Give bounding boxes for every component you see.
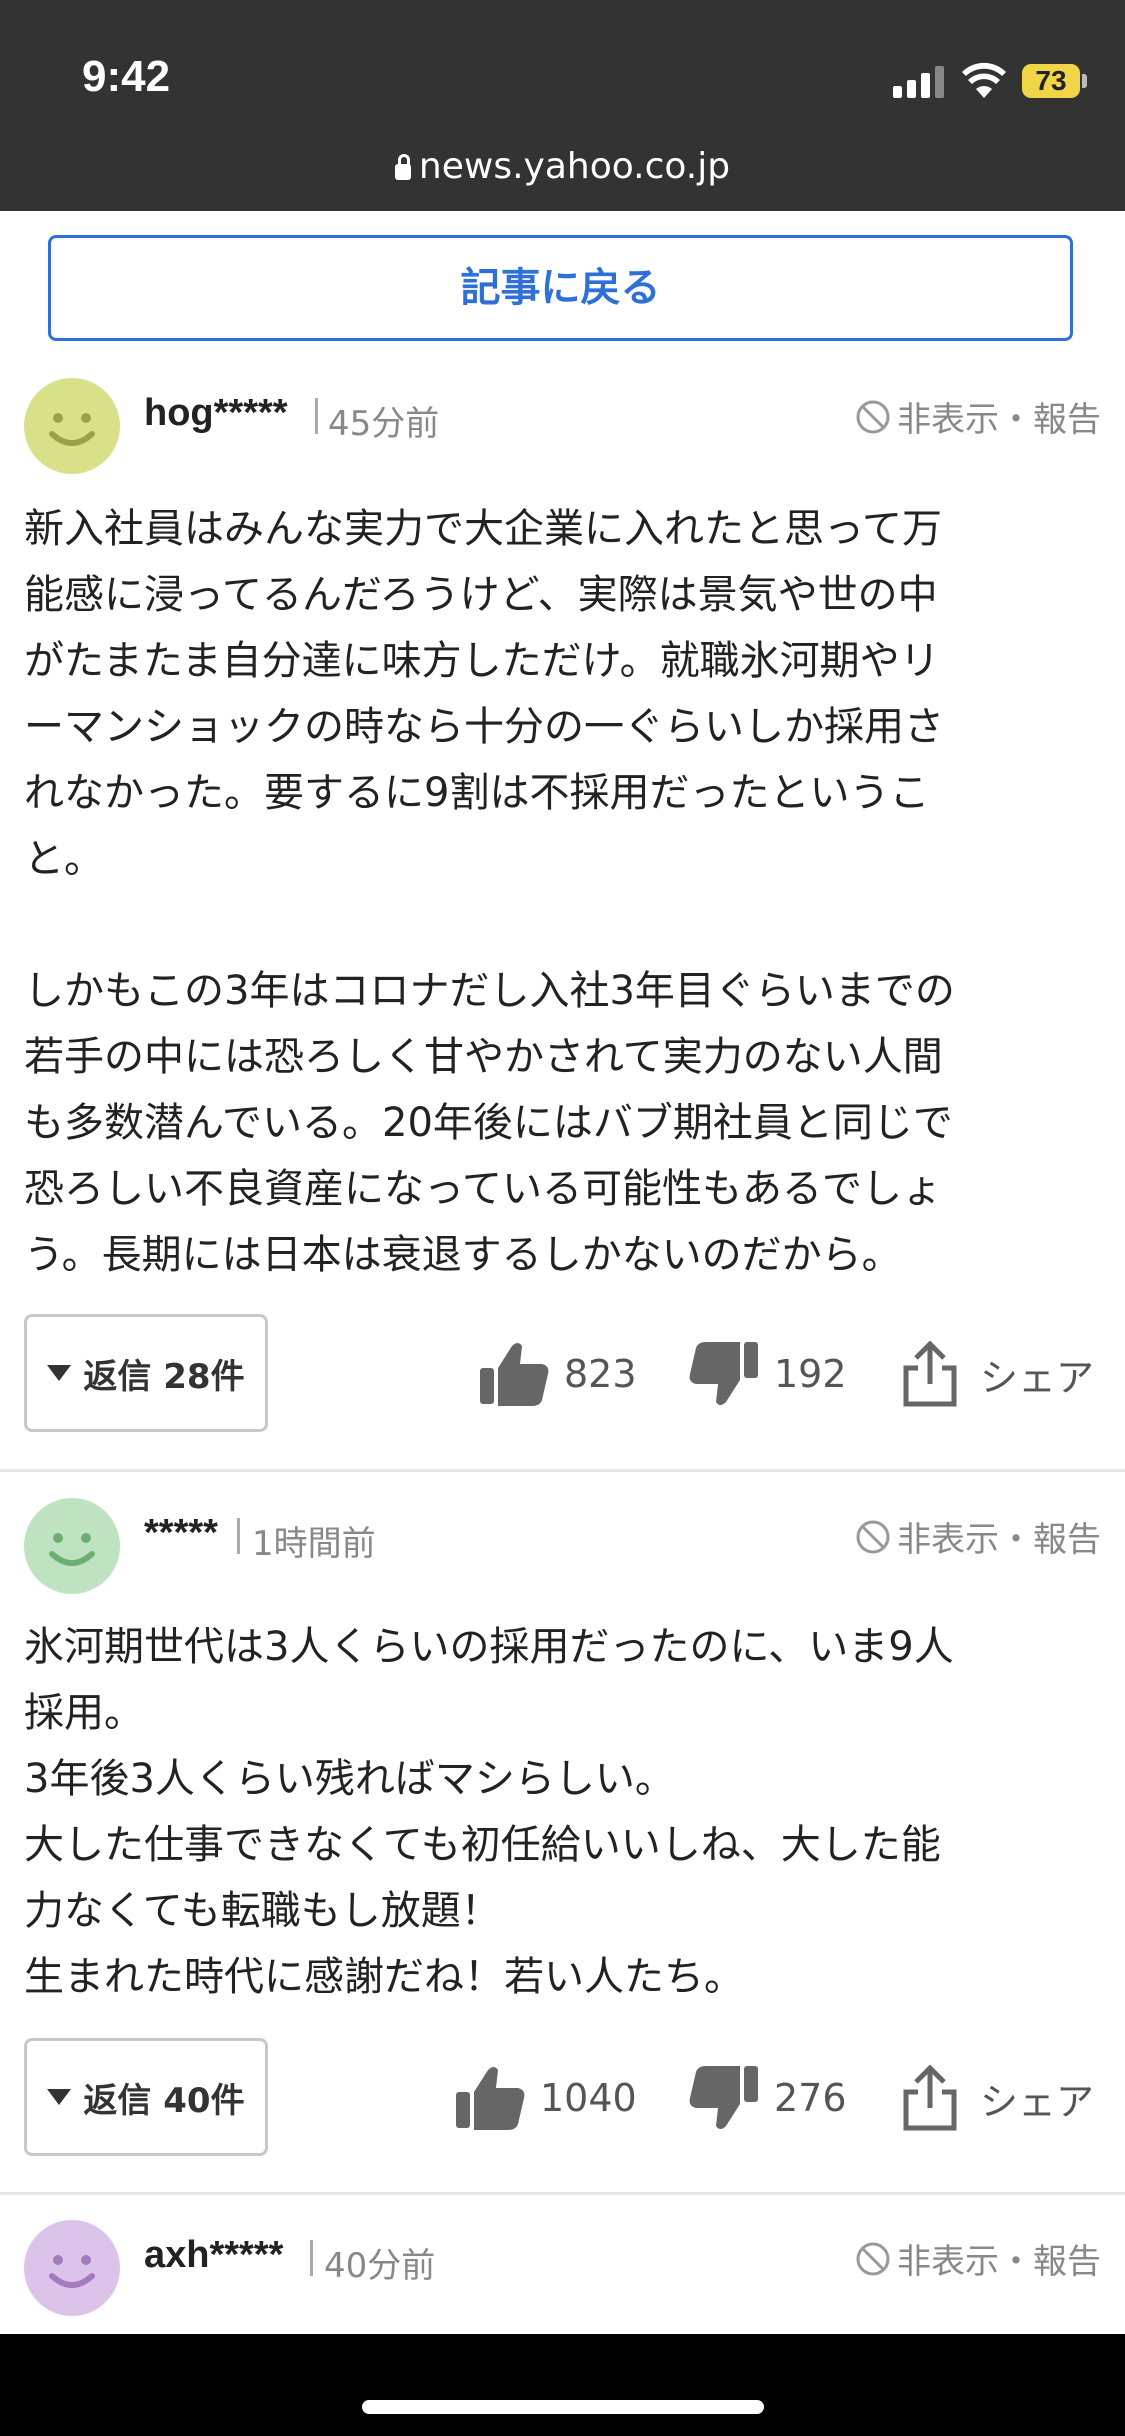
share-button[interactable]: シェア <box>894 2062 1094 2134</box>
status-time: 9:42 <box>82 52 171 101</box>
share-icon <box>903 2064 957 2131</box>
signal-icon <box>893 66 944 98</box>
comment-username[interactable]: ***** <box>144 1512 218 1555</box>
lock-icon <box>394 154 411 180</box>
hide-report-link[interactable]: 非表示・報告 <box>855 1512 1101 1561</box>
thumbs-down-icon <box>689 2066 758 2129</box>
avatar[interactable] <box>24 378 120 474</box>
dislike-button[interactable]: 276 <box>688 2062 847 2134</box>
url-bar[interactable]: news.yahoo.co.jp <box>0 146 1125 187</box>
comment-body: 新入社員はみんな実力で大企業に入れたと思って万 能感に浸ってるんだろうけど、実際… <box>24 506 955 1278</box>
hide-report-link[interactable]: 非表示・報告 <box>855 392 1101 441</box>
hide-report-label: 非表示・報告 <box>897 400 1101 440</box>
comment-time: 40分前 <box>324 2246 436 2286</box>
thumbs-up-icon <box>480 1343 549 1406</box>
share-icon <box>903 1340 957 1407</box>
dislike-count: 276 <box>774 2076 847 2120</box>
url-text: news.yahoo.co.jp <box>418 146 731 187</box>
separator <box>315 398 318 434</box>
replies-label: 返信 40件 <box>83 2080 245 2121</box>
replies-button[interactable]: 返信 40件 <box>24 2038 268 2156</box>
back-to-article-button[interactable]: 記事に戻る <box>48 235 1073 341</box>
caret-down-icon <box>47 2089 72 2105</box>
status-bar: 9:42 73 news.yahoo.co.jp <box>0 0 1125 211</box>
divider <box>0 1469 1125 1472</box>
replies-button[interactable]: 返信 28件 <box>24 1314 268 1432</box>
thumbs-up-icon <box>456 2067 525 2130</box>
share-label: シェア <box>980 1355 1095 1400</box>
hide-report-link[interactable]: 非表示・報告 <box>855 2234 1101 2283</box>
battery-icon: 73 <box>1022 64 1080 98</box>
like-button[interactable]: 1040 <box>454 2062 637 2134</box>
comment-time: 45分前 <box>328 404 440 444</box>
avatar[interactable] <box>24 1498 120 1594</box>
smiley-avatar-icon <box>24 378 120 474</box>
dislike-count: 192 <box>774 1352 847 1396</box>
separator <box>310 2240 313 2276</box>
like-count: 1040 <box>540 2076 637 2120</box>
wifi-icon <box>962 62 1006 98</box>
comment-username[interactable]: axh***** <box>144 2234 283 2277</box>
dislike-button[interactable]: 192 <box>688 1338 847 1410</box>
comment-body: 氷河期世代は3人くらいの採用だったのに、いま9人 採用。 3年後3人くらい残れば… <box>24 1624 954 2000</box>
battery-cap <box>1082 74 1087 88</box>
divider <box>0 2192 1125 2195</box>
comment-username[interactable]: hog***** <box>144 392 288 435</box>
share-button[interactable]: シェア <box>894 1338 1094 1410</box>
prohibit-icon <box>856 400 890 433</box>
prohibit-icon <box>856 2242 890 2275</box>
home-bar-area <box>0 2334 1125 2436</box>
separator <box>237 1518 240 1554</box>
home-indicator[interactable] <box>362 2400 764 2414</box>
thumbs-down-icon <box>689 1342 758 1405</box>
avatar[interactable] <box>24 2220 120 2316</box>
hide-report-label: 非表示・報告 <box>897 1520 1101 1560</box>
share-label: シェア <box>980 2079 1095 2124</box>
like-count: 823 <box>564 1352 637 1396</box>
comment-time: 1時間前 <box>252 1524 376 1564</box>
smiley-avatar-icon <box>24 1498 120 1594</box>
caret-down-icon <box>47 1365 72 1381</box>
replies-label: 返信 28件 <box>83 1356 245 1397</box>
prohibit-icon <box>856 1520 890 1553</box>
smiley-avatar-icon <box>24 2220 120 2316</box>
hide-report-label: 非表示・報告 <box>897 2242 1101 2282</box>
like-button[interactable]: 823 <box>478 1338 637 1410</box>
